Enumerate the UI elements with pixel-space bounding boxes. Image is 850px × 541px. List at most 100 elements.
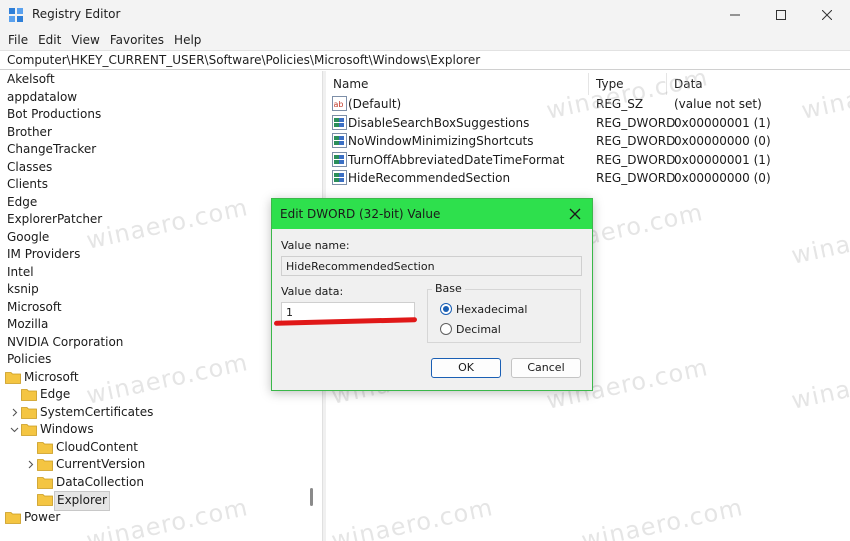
tree-item[interactable]: Mozilla [0, 316, 310, 334]
tree-item[interactable]: Power [0, 509, 310, 527]
menu-edit[interactable]: Edit [33, 30, 66, 50]
value-name-field[interactable]: HideRecommendedSection [281, 256, 582, 276]
folder-icon [21, 424, 37, 436]
tree-item[interactable]: appdatalow [0, 89, 310, 107]
radio-decimal[interactable] [440, 323, 452, 335]
radio-decimal-label[interactable]: Decimal [456, 323, 501, 336]
value-name: (Default) [348, 97, 402, 111]
folder-icon [37, 459, 53, 471]
tree-item[interactable]: CurrentVersion [0, 456, 310, 474]
tree-item[interactable]: NVIDIA Corporation [0, 334, 310, 352]
tree-item-label: Classes [7, 159, 53, 174]
tree-item-label: Intel [7, 264, 34, 279]
menu-file[interactable]: File [3, 30, 33, 50]
minimize-button[interactable] [712, 0, 758, 30]
tree-item[interactable]: Bot Productions [0, 106, 310, 124]
tree-item[interactable]: Microsoft [0, 369, 310, 387]
value-type: REG_DWORD [596, 152, 676, 167]
tree-item[interactable]: ExplorerPatcher [0, 211, 310, 229]
tree-item-label: CloudContent [56, 439, 139, 454]
tree-item[interactable]: Policies [0, 351, 310, 369]
value-data: 0x00000001 (1) [674, 152, 771, 167]
dialog-close-icon[interactable] [568, 207, 582, 221]
column-header-data[interactable]: Data [674, 77, 703, 91]
value-row[interactable]: HideRecommendedSection REG_DWORD 0x0000000… [326, 169, 850, 187]
chevron-right-icon[interactable] [10, 408, 19, 417]
tree-item-label: NVIDIA Corporation [7, 334, 124, 349]
base-groupbox [427, 289, 581, 343]
tree-item[interactable]: Akelsoft [0, 71, 310, 89]
value-data: 0x00000001 (1) [674, 115, 771, 130]
tree-item-label: Mozilla [7, 317, 49, 331]
folder-icon [37, 494, 53, 506]
value-type: REG_DWORD [596, 115, 676, 130]
tree-item-label: Bot Productions [7, 107, 102, 121]
value-row[interactable]: NoWindowMinimizingShortcuts REG_DWORD 0x00… [326, 132, 850, 150]
value-type: REG_DWORD [596, 134, 676, 149]
binary-value-icon [332, 151, 347, 167]
folder-icon [37, 441, 53, 454]
menu-view[interactable]: View [66, 30, 104, 50]
address-path: Computer\HKEY_CURRENT_USER\Software\Poli… [7, 53, 481, 67]
value-row[interactable]: ab (Default) REG_SZ (value not set) [326, 95, 850, 113]
value-name: HideRecommendedSection [348, 171, 511, 186]
radio-hexadecimal-label[interactable]: Hexadecimal [456, 303, 527, 316]
column-header-name[interactable]: Name [333, 77, 368, 91]
tree-item[interactable]: Google [0, 229, 310, 247]
tree-item[interactable]: Windows [0, 421, 310, 439]
tree-item[interactable]: ChangeTracker [0, 141, 310, 159]
tree-item[interactable]: SystemCertificates [0, 404, 310, 422]
tree-item-label: Microsoft [24, 369, 79, 384]
tree-item[interactable]: Edge [0, 194, 310, 212]
tree-item-label: Microsoft [7, 299, 62, 314]
base-label: Base [432, 282, 465, 295]
value-data: 0x00000000 (0) [674, 134, 771, 149]
value-name: NoWindowMinimizingShortcuts [348, 134, 534, 149]
tree-item[interactable]: Microsoft [0, 299, 310, 317]
svg-text:ab: ab [334, 100, 344, 109]
tree-scrollbar-thumb[interactable] [310, 488, 313, 506]
dialog-title-bar[interactable]: Edit DWORD (32-bit) Value [272, 199, 592, 229]
value-name: DisableSearchBoxSuggestions [348, 115, 530, 130]
value-name: TurnOffAbbreviatedDateTimeFormat [348, 152, 565, 167]
menu-bar: File Edit View Favorites Help [0, 30, 850, 50]
tree-item-label: appdatalow [7, 89, 78, 104]
tree-item-label: Clients [7, 177, 48, 191]
menu-favorites[interactable]: Favorites [105, 30, 169, 50]
ok-button[interactable]: OK [431, 358, 501, 378]
tree-item[interactable]: Clients [0, 176, 310, 194]
tree-item[interactable]: DataCollection [0, 474, 310, 492]
tree-item[interactable]: Explorer [0, 491, 310, 511]
value-row[interactable]: DisableSearchBoxSuggestions REG_DWORD 0x00… [326, 114, 850, 132]
chevron-right-icon[interactable] [26, 460, 35, 469]
tree-item[interactable]: Classes [0, 159, 310, 177]
tree-item[interactable]: ksnip [0, 281, 310, 299]
column-header-type[interactable]: Type [596, 77, 624, 91]
tree-item[interactable]: CloudContent [0, 439, 310, 457]
menu-help[interactable]: Help [169, 30, 206, 50]
title-bar: Registry Editor [0, 0, 850, 30]
tree-item-label: ChangeTracker [7, 142, 97, 156]
value-data: 0x00000000 (0) [674, 171, 771, 186]
close-icon [822, 10, 832, 20]
chevron-down-icon[interactable] [10, 425, 19, 434]
tree-item-label: ksnip [7, 282, 39, 296]
column-separator[interactable] [588, 73, 589, 95]
cancel-button[interactable]: Cancel [511, 358, 581, 378]
window-title: Registry Editor [32, 7, 121, 21]
binary-value-icon [332, 133, 347, 149]
maximize-button[interactable] [758, 0, 804, 30]
tree-item-label: Akelsoft [7, 72, 55, 86]
close-button[interactable] [804, 0, 850, 30]
tree-item[interactable]: Edge [0, 386, 310, 404]
maximize-icon [776, 10, 786, 20]
tree-item[interactable]: Brother [0, 124, 310, 142]
address-bar[interactable]: Computer\HKEY_CURRENT_USER\Software\Poli… [0, 50, 850, 70]
registry-editor-icon [9, 8, 23, 22]
tree-item[interactable]: Intel [0, 264, 310, 282]
value-row[interactable]: TurnOffAbbreviatedDateTimeFormat REG_DWOR… [326, 151, 850, 169]
radio-hexadecimal[interactable] [440, 303, 452, 315]
column-separator[interactable] [666, 73, 667, 95]
tree-item[interactable]: IM Providers [0, 246, 310, 264]
value-data: (value not set) [674, 97, 762, 111]
